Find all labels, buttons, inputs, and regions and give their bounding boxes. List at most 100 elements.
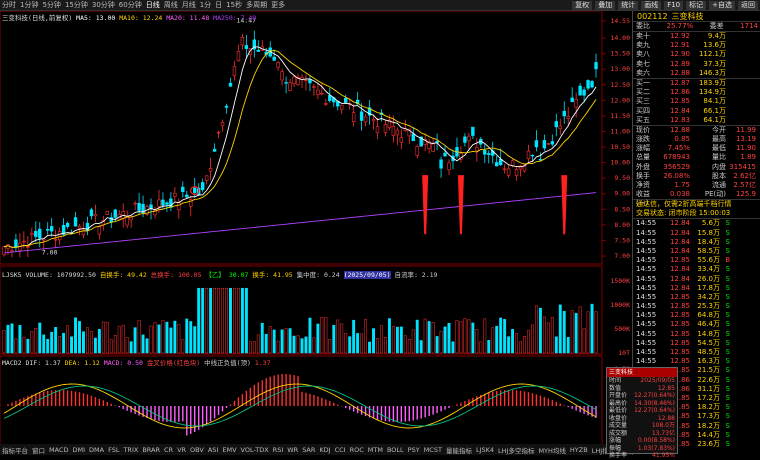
tab-5[interactable]: 60分钟 — [119, 0, 142, 10]
candle-body — [526, 150, 531, 160]
indicator-tab-11[interactable]: ASI — [208, 446, 219, 454]
volume-bar — [121, 324, 125, 354]
tab-9[interactable]: 1分 — [200, 0, 211, 10]
indicator-tab-10[interactable]: OBV — [190, 446, 204, 454]
tick-time: 14:55 — [636, 265, 657, 274]
tab-0[interactable]: 分时 — [2, 0, 16, 10]
indicator-tab-13[interactable]: VOL-TDX — [241, 446, 269, 454]
indicator-tab-12[interactable]: EMV — [222, 446, 236, 454]
indicator-tab-25[interactable]: LJSK4 — [476, 446, 494, 454]
kline-chart-area[interactable]: 14.55 14.00 13.50 13.00 12.50 12.00 11.50 11.00… — [0, 11, 632, 455]
tab-13[interactable]: 更多 — [271, 0, 285, 10]
indicator-tab-15[interactable]: WR — [287, 446, 298, 454]
volume-bar — [66, 325, 70, 354]
volume-bar — [360, 333, 364, 354]
indicator-tab-7[interactable]: BRAR — [142, 446, 160, 454]
indicator-tab-18[interactable]: CCI — [335, 446, 346, 454]
bid-book: 买一 12.87 183.9万 买二 12.86 134.9万 买三 12.85 84.1万 买四… — [633, 77, 760, 125]
indicator-tab-27[interactable]: MYH均线 — [538, 445, 565, 455]
indicator-tab-14[interactable]: RSI — [273, 446, 284, 454]
candle-body — [538, 159, 543, 161]
indicator-tab-4[interactable]: DMA — [89, 446, 104, 454]
toolbar-button-7[interactable]: 返回 — [738, 0, 758, 10]
candle-body — [312, 86, 316, 88]
volume-bar — [264, 333, 268, 354]
popup-label: 数值 — [609, 384, 622, 392]
indicator-tab-24[interactable]: 量能指标 — [446, 445, 472, 455]
popup-value: 12.85 — [657, 384, 675, 392]
price-tick-label: 11.00 — [610, 127, 630, 135]
tab-7[interactable]: 周线 — [164, 0, 178, 10]
indicator-tab-6[interactable]: TRIX — [123, 446, 138, 454]
tab-10[interactable]: 日 — [215, 0, 222, 10]
popup-label: 涨幅 — [609, 437, 622, 444]
toolbar-button-5[interactable]: 标记 — [686, 0, 707, 10]
indicator-tab-0[interactable]: 指标平台 — [2, 445, 28, 455]
tab-12[interactable]: 多周期 — [246, 0, 267, 10]
candle-body — [304, 79, 308, 82]
signal-arrow — [457, 175, 464, 235]
indicator-tab-9[interactable]: VR — [177, 446, 186, 454]
ask-label: 卖十 — [636, 32, 650, 40]
toolbar-button-2[interactable]: 统计 — [618, 0, 639, 10]
vol-a: 自换手: 49.42 — [99, 271, 147, 279]
tab-1[interactable]: 1分钟 — [20, 0, 38, 10]
quote-value: 2.62亿 — [733, 171, 756, 180]
toolbar-button-3[interactable]: 画线 — [641, 0, 662, 10]
indicator-tab-5[interactable]: FSL — [108, 446, 119, 454]
tick-volume: 23.6万 — [697, 439, 720, 448]
tab-11[interactable]: 15秒 — [226, 0, 242, 10]
quote-label: 量比 — [712, 153, 726, 162]
ma250-line — [3, 192, 597, 254]
volume-bar — [58, 336, 62, 354]
ma20-label: MA20: 11.48 — [166, 14, 210, 22]
tick-volume: 15.8万 — [697, 228, 720, 237]
volume-bar — [280, 329, 284, 354]
volume-bar — [455, 320, 459, 354]
chart-canvas[interactable]: 14.55 14.00 13.50 13.00 12.50 12.00 11.50 11.00… — [0, 11, 632, 455]
toolbar-button-4[interactable]: F10 — [664, 0, 684, 10]
tab-6[interactable]: 日线 — [146, 0, 160, 10]
volume-bar — [153, 322, 157, 354]
indicator-tab-16[interactable]: SAR — [302, 446, 315, 454]
period-tabs: 分时 1分钟 5分钟 15分钟 30分钟 60分钟 日线 周线 月线 1分日 15秒 多周期 更多 — [2, 0, 285, 10]
price-tick-label: 7.50 — [614, 236, 630, 244]
indicator-tab-17[interactable]: KDJ — [319, 446, 330, 454]
volume-bar — [503, 319, 507, 354]
indicator-tab-21[interactable]: BOLL — [387, 446, 404, 454]
ask-label: 卖六 — [636, 68, 650, 77]
indicator-tab-26[interactable]: LHJ多空指标 — [498, 445, 534, 455]
tick-side: S — [725, 219, 730, 228]
candle-body — [220, 122, 225, 127]
volume-bar — [74, 317, 77, 354]
tab-8[interactable]: 月线 — [182, 0, 196, 10]
indicator-tab-22[interactable]: PSY — [408, 446, 420, 454]
volume-bar — [93, 337, 97, 354]
candle-body — [97, 226, 102, 235]
tab-2[interactable]: 5分钟 — [42, 0, 60, 10]
popup-value: 2025/09/05 — [640, 377, 675, 384]
tab-4[interactable]: 30分钟 — [92, 0, 115, 10]
candle-body — [375, 126, 380, 134]
toolbar-button-6[interactable]: +自选 — [709, 0, 735, 10]
indicator-tab-2[interactable]: MACD — [49, 446, 68, 454]
indicator-tab-19[interactable]: ROC — [350, 446, 364, 454]
indicator-tab-23[interactable]: MCST — [424, 446, 442, 454]
volume-bar — [483, 318, 487, 354]
volume-bar — [562, 311, 566, 354]
tab-3[interactable]: 15分钟 — [65, 0, 88, 10]
toolbar-button-0[interactable]: 复权 — [572, 0, 593, 10]
toolbar-button-1[interactable]: 叠加 — [595, 0, 616, 10]
indicator-tab-8[interactable]: CR — [164, 446, 173, 454]
volume-bar — [590, 303, 594, 354]
indicator-tab-20[interactable]: MTM — [368, 446, 383, 454]
candle-body — [371, 119, 376, 122]
indicator-tab-1[interactable]: 窗口 — [32, 445, 45, 455]
indicator-tab-28[interactable]: HYZB — [570, 446, 588, 454]
indicator-tab-3[interactable]: DMI — [72, 446, 85, 454]
candle-body — [284, 82, 288, 84]
tick-row: 14:55 12.84 33.4万 S — [633, 265, 760, 274]
price-tick-label: 11.50 — [610, 112, 630, 120]
popup-row: 数值 12.85 — [607, 385, 677, 393]
volume-bar — [236, 287, 240, 354]
